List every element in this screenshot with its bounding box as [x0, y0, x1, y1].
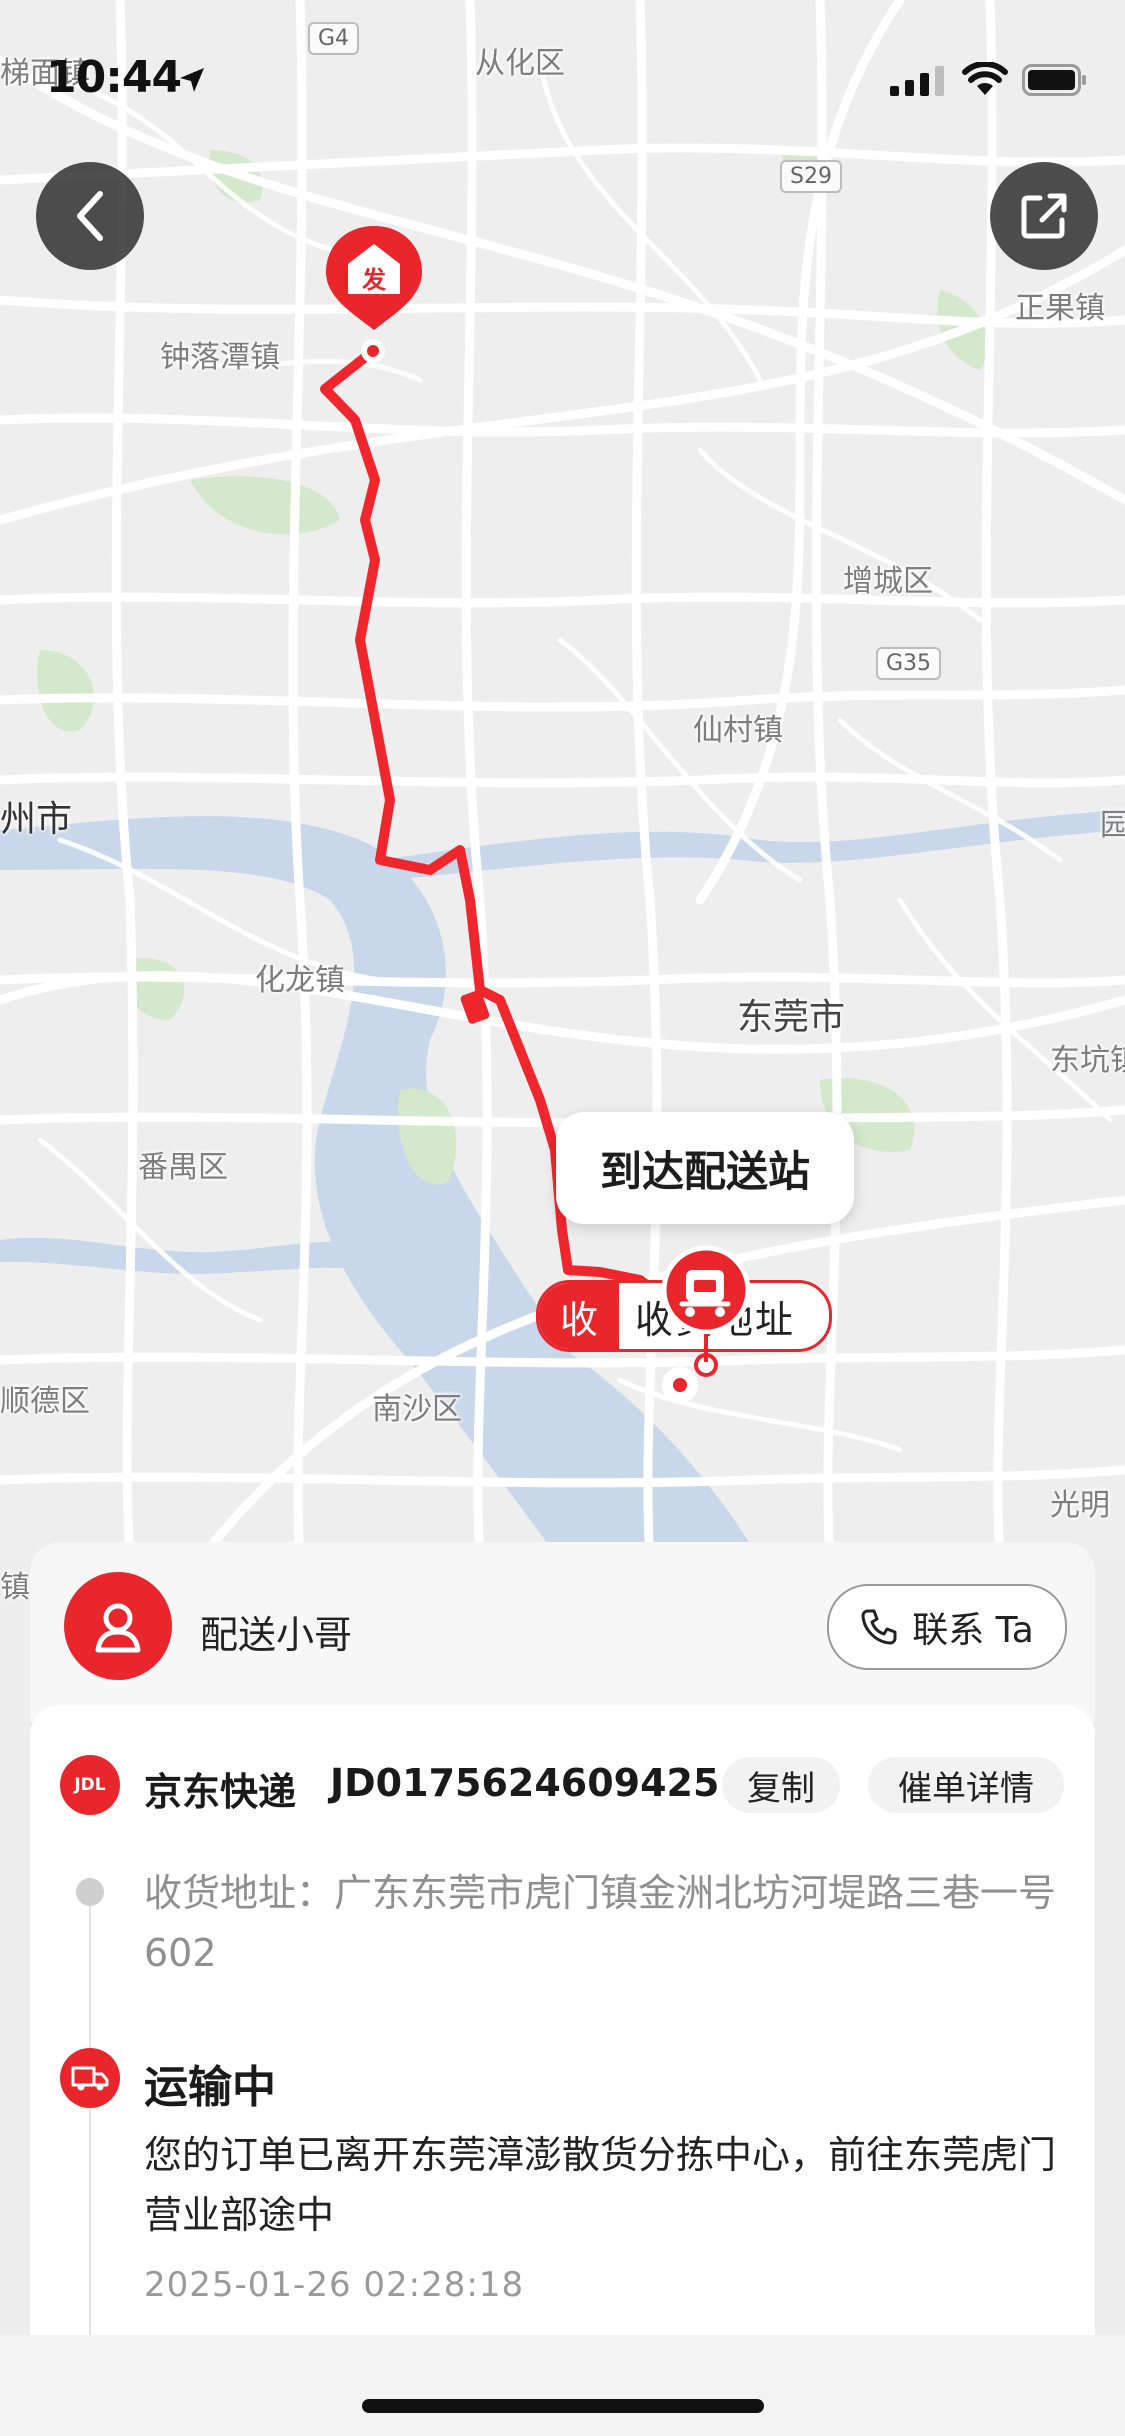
map-label-shunde: 顺德区 [0, 1384, 90, 1419]
truck-icon [71, 2066, 109, 2091]
timeline-dot [76, 1878, 104, 1906]
contact-button-label: 联系 Ta [912, 1610, 1034, 1651]
map-label-nansha: 南沙区 [372, 1392, 462, 1427]
road-shield-s29: S29 [780, 160, 842, 193]
map-label-zhoushi: 州市 [0, 799, 73, 840]
delivery-cart-icon [661, 1245, 751, 1362]
courier-avatar-icon [95, 1603, 141, 1653]
status-detail: 您的订单已离开东莞漳澎散货分拣中心，前往东莞虎门营业部途中 [144, 2133, 1057, 2237]
wifi-icon [962, 62, 1008, 95]
copy-button[interactable]: 复制 [722, 1757, 840, 1813]
status-time: 10:44 [46, 52, 182, 103]
battery-icon [1022, 64, 1086, 96]
courier-title: 配送小哥 [200, 1613, 353, 1657]
map-label-guangming: 光明 [1050, 1488, 1110, 1523]
arrival-status-bubble: 到达配送站 [556, 1112, 854, 1224]
tracking-number: JD0175624609425 [330, 1761, 720, 1805]
map-label-dongkeng: 东坑镇 [1050, 1043, 1125, 1078]
carrier-logo: JDL [60, 1755, 120, 1815]
delivery-address: 收货地址：广东东莞市虎门镇金洲北坊河堤路三巷一号602 [144, 1871, 1057, 1975]
map-label-hualong: 化龙镇 [255, 963, 345, 998]
contact-courier-button[interactable]: 联系 Ta [827, 1584, 1067, 1670]
status-timestamp: 2025-01-26 02:28:18 [144, 2265, 525, 2305]
back-button[interactable] [36, 162, 144, 270]
road-shield-g35: G35 [876, 647, 942, 680]
map-label-zhen: 镇 [0, 1570, 30, 1605]
chevron-left-icon [77, 191, 103, 241]
map-label-dongguan: 东莞市 [737, 997, 846, 1038]
map-label-xiancun: 仙村镇 [693, 713, 783, 748]
tracking-card: JDL 京东快递 JD0175624609425 复制 催单详情 收货地址：广东… [30, 1705, 1095, 2345]
urge-details-button[interactable]: 催单详情 [868, 1757, 1064, 1813]
home-indicator[interactable] [362, 2399, 764, 2413]
map-view[interactable]: 从化区 钟落潭镇 正果镇 增城区 仙村镇 州市 化龙镇 东莞市 东坑镇 番禺区 … [0, 0, 1125, 1605]
share-button[interactable] [990, 162, 1098, 270]
courier-card: 配送小哥 联系 Ta [30, 1542, 1095, 1722]
in-transit-icon [60, 2048, 120, 2108]
share-icon [1021, 193, 1067, 239]
location-arrow-icon [180, 68, 204, 92]
courier-avatar [64, 1572, 172, 1680]
map-label-panyu: 番禺区 [138, 1150, 228, 1185]
map-label-yuan: 园 [1100, 808, 1125, 843]
sender-marker-label: 发 [362, 266, 386, 294]
map-label-zhengguo: 正果镇 [1015, 291, 1105, 326]
phone-icon [861, 1609, 897, 1645]
timeline-line [89, 1890, 91, 2345]
map-label-zengcheng: 增城区 [843, 564, 933, 599]
map-label-zhongluotan: 钟落潭镇 [160, 340, 280, 375]
carrier-name: 京东快递 [144, 1770, 297, 1814]
cellular-signal-icon [890, 66, 944, 96]
receiver-tag-prefix: 收 [539, 1283, 619, 1349]
bottom-safe-area [0, 2335, 1125, 2436]
status-title: 运输中 [144, 2062, 276, 2113]
status-bar: 10:44 [0, 0, 1125, 150]
